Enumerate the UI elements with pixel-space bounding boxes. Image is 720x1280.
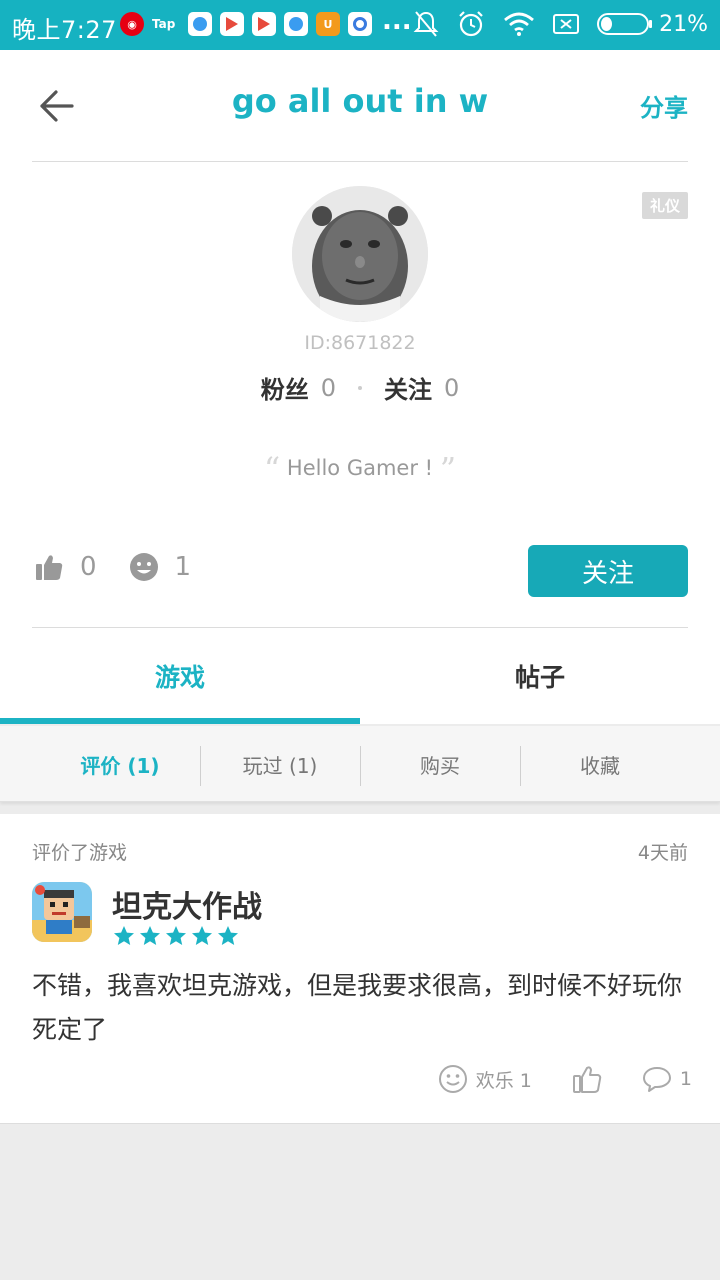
- share-button[interactable]: 分享: [640, 88, 688, 123]
- subtab-favorites[interactable]: 收藏: [520, 726, 680, 802]
- fans-count[interactable]: 0: [321, 374, 336, 402]
- subtab-purchased[interactable]: 购买: [360, 726, 520, 802]
- taptap-icon: Tap: [152, 17, 176, 31]
- rating-stars: [112, 924, 240, 948]
- sub-tabs: 评价 (1) 玩过 (1) 购买 收藏: [0, 726, 720, 802]
- profile-section: 礼仪 ID:8671822 粉丝 0 关注 0 “ Hello Gamer ! …: [0, 162, 720, 628]
- like-button[interactable]: [572, 1064, 602, 1094]
- battery-icon: [597, 13, 653, 35]
- comment-count: 1: [679, 1068, 692, 1090]
- star-icon: [114, 926, 134, 945]
- netease-music-icon: ◉: [120, 12, 144, 36]
- following-count[interactable]: 0: [444, 374, 459, 402]
- review-card[interactable]: 评价了游戏 4天前 坦克大作战 不错，我喜欢坦克游戏，但是我要求很高，到时候不好…: [0, 814, 720, 1124]
- follow-button[interactable]: 关注: [528, 545, 688, 597]
- star-icon: [192, 926, 212, 945]
- game-icon[interactable]: [32, 882, 92, 942]
- smiley-outline-icon: [438, 1065, 467, 1093]
- tab-games[interactable]: 游戏: [0, 628, 360, 724]
- review-actions: 欢乐 1 1: [398, 1064, 692, 1094]
- blue-app-icon-2: [284, 12, 308, 36]
- dot-separator: [358, 385, 362, 390]
- tab-posts[interactable]: 帖子: [360, 628, 720, 724]
- motto-text: Hello Gamer !: [286, 456, 434, 480]
- fun-reaction-label: 欢乐 1: [475, 1069, 532, 1092]
- fun-stat: 1: [129, 552, 192, 582]
- play-store-icon-2: [252, 12, 276, 36]
- star-icon: [166, 926, 186, 945]
- wifi-icon: [504, 12, 535, 36]
- review-time: 4天前: [637, 842, 688, 864]
- smiley-icon: [129, 553, 158, 581]
- system-icons: 21%: [413, 10, 708, 38]
- review-text: 不错，我喜欢坦克游戏，但是我要求很高，到时候不好玩你死定了: [32, 971, 683, 1044]
- avatar[interactable]: [292, 186, 428, 322]
- fun-count: 1: [174, 552, 192, 582]
- status-bar: 晚上7:27 ◉ Tap U ... 21%: [0, 0, 720, 50]
- following-label[interactable]: 关注: [384, 370, 432, 405]
- no-sim-icon: [553, 14, 580, 34]
- thumb-up-outline-icon: [572, 1066, 602, 1093]
- star-icon: [140, 926, 160, 945]
- open-quote-icon: “: [263, 450, 281, 488]
- subtab-reviews[interactable]: 评价 (1): [40, 726, 200, 802]
- game-icon-image: [32, 882, 92, 942]
- bell-off-icon: [413, 11, 439, 37]
- user-stats: 0 1: [34, 552, 223, 582]
- blue-app-icon: [188, 12, 212, 36]
- header: go all out in w 分享: [0, 50, 720, 162]
- fun-reaction-button[interactable]: 欢乐 1: [438, 1064, 532, 1094]
- close-quote-icon: ”: [439, 450, 457, 488]
- uc-browser-icon: U: [316, 12, 340, 36]
- more-notifications-icon: ...: [382, 6, 412, 36]
- review-action-label: 评价了游戏: [32, 842, 128, 864]
- subtab-played[interactable]: 玩过 (1): [200, 726, 360, 802]
- fans-label[interactable]: 粉丝: [261, 370, 309, 405]
- avatar-image: [292, 186, 428, 322]
- likes-count: 0: [80, 552, 97, 582]
- video-app-icon: [348, 12, 372, 36]
- etiquette-badge[interactable]: 礼仪: [641, 192, 688, 219]
- main-tabs: 游戏 帖子: [0, 628, 720, 724]
- game-name[interactable]: 坦克大作战: [112, 882, 262, 926]
- status-time: 晚上7:27: [12, 16, 117, 44]
- comment-icon: [642, 1067, 671, 1092]
- page-title: go all out in w: [231, 82, 489, 120]
- follow-stats: 粉丝 0 关注 0: [0, 370, 720, 405]
- comment-button[interactable]: 1: [642, 1065, 692, 1093]
- motto: “ Hello Gamer ! ”: [0, 450, 720, 488]
- likes-stat: 0: [34, 552, 97, 582]
- play-store-icon: [220, 12, 244, 36]
- thumb-up-icon: [36, 555, 63, 580]
- battery-percent: 21%: [659, 11, 708, 37]
- user-id: ID:8671822: [304, 332, 416, 354]
- star-icon: [218, 926, 238, 945]
- alarm-icon: [459, 11, 483, 37]
- notification-icons: ◉ Tap U ...: [120, 8, 412, 36]
